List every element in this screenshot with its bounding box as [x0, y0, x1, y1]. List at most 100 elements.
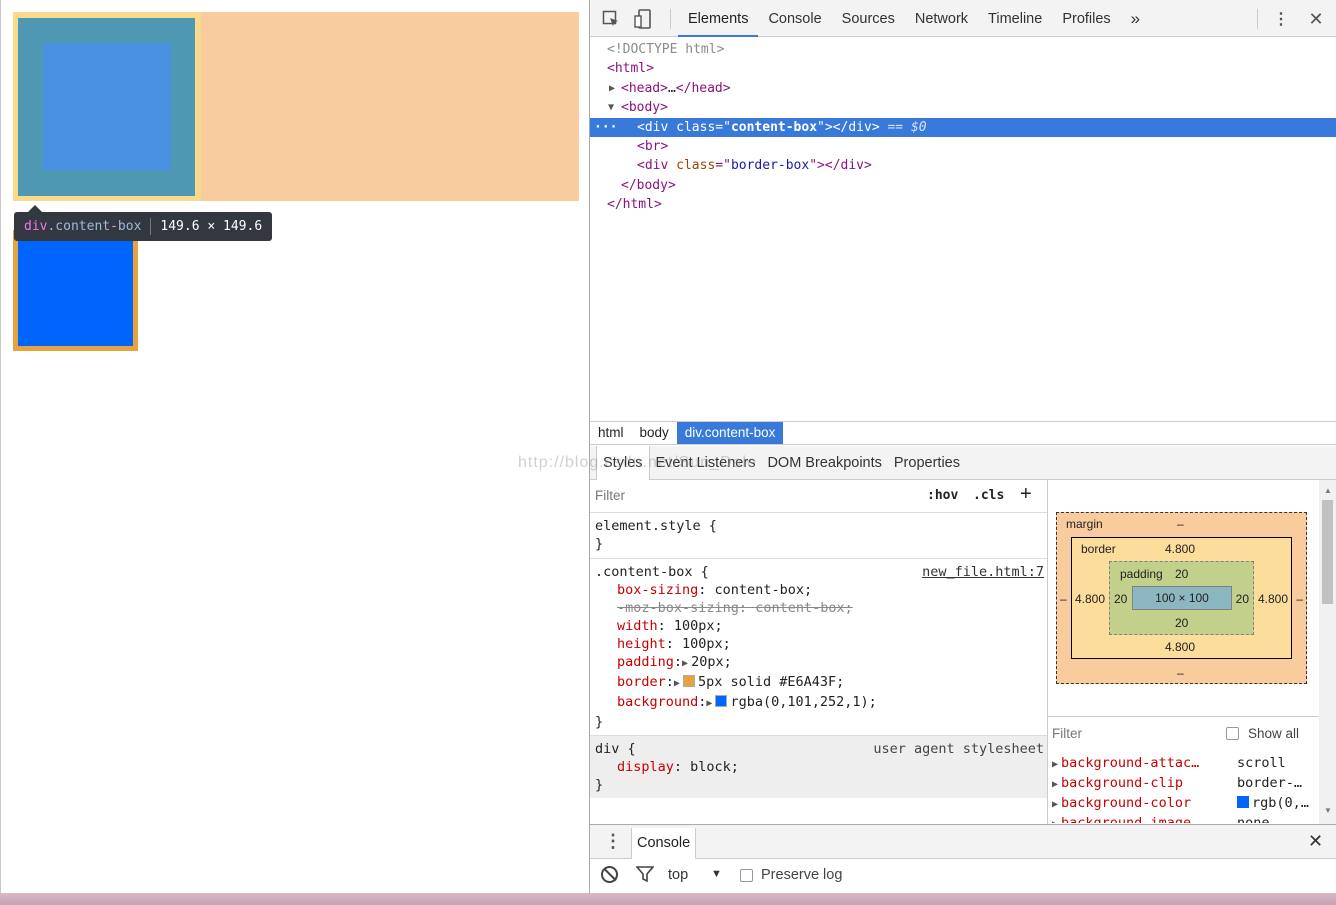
tree-html-close[interactable]: </html> [590, 195, 1336, 214]
tab-profiles[interactable]: Profiles [1052, 0, 1120, 37]
tab-network[interactable]: Network [905, 0, 978, 37]
close-drawer-icon[interactable]: ✕ [1308, 831, 1323, 852]
toolbar-divider [670, 9, 671, 29]
watermark: http://blog.csdn.net/Sun_Dale [518, 454, 757, 471]
device-mode-icon[interactable] [632, 8, 654, 30]
prop-height[interactable]: height: 100px; [595, 635, 1042, 653]
devtools-toolbar: Elements Console Sources Network Timelin… [590, 0, 1336, 37]
content-box-rule[interactable]: .content-box { new_file.html:7 box-sizin… [590, 559, 1047, 736]
tree-div-content-box[interactable]: ··· <div class="content-box"></div> == $0 [590, 117, 1336, 137]
new-style-rule-button[interactable]: + [1020, 483, 1032, 506]
scroll-up-icon[interactable]: ▲ [1324, 486, 1332, 495]
preserve-log-label: Preserve log [761, 867, 843, 883]
styles-filter-bar: Filter :hov .cls + [590, 480, 1047, 513]
tooltip-class: .content-box [47, 219, 142, 234]
expand-triangle-icon[interactable]: ▶ [609, 79, 615, 98]
computed-row[interactable]: ▶ background-attac… scroll [1048, 753, 1320, 773]
selected-marker: == $0 [887, 119, 927, 135]
hov-toggle[interactable]: :hov [927, 488, 958, 503]
expand-triangle-icon: ▶ [706, 698, 713, 709]
cls-toggle[interactable]: .cls [973, 488, 1004, 503]
preserve-log-checkbox[interactable] [740, 869, 753, 882]
tree-head[interactable]: ▶ <head>…</head> [590, 79, 1336, 98]
console-toolbar: top ▼ Preserve log [590, 859, 1336, 893]
sidebar-scrollbar[interactable]: ▲ ▼ [1319, 480, 1336, 824]
node-actions-dots[interactable]: ··· [594, 118, 617, 137]
ua-stylesheet-label: user agent stylesheet [873, 741, 1044, 757]
box-model-pane: margin – – – – border 4.800 4.800 4.800 … [1048, 480, 1336, 824]
rule-source-link[interactable]: new_file.html:7 [922, 563, 1044, 581]
tooltip-tag: div [24, 219, 48, 234]
close-devtools-icon[interactable]: ✕ [1305, 8, 1327, 30]
ua-div-rule[interactable]: div { user agent stylesheet display: blo… [590, 736, 1047, 798]
console-drawer: ⋮ Console ✕ top ▼ Preserve log [590, 824, 1336, 893]
menu-kebab-icon[interactable]: ⋮ [1270, 8, 1292, 30]
prop-display[interactable]: display: block; [595, 758, 1042, 776]
tab-sources[interactable]: Sources [832, 0, 905, 37]
computed-filter-input[interactable]: Filter [1052, 726, 1082, 741]
computed-row[interactable]: ▶background-imagenone [1048, 813, 1320, 823]
devtools-tabs: Elements Console Sources Network Timelin… [678, 0, 1150, 37]
tab-properties[interactable]: Properties [888, 446, 966, 480]
color-swatch-border[interactable] [682, 675, 695, 687]
more-tabs-button[interactable]: » [1121, 0, 1150, 37]
clear-console-icon[interactable] [601, 866, 618, 883]
styles-pane: Filter :hov .cls + element.style { } .co… [590, 480, 1048, 824]
computed-row[interactable]: ▶ background-clip border-… [1048, 773, 1320, 793]
expand-triangle-icon: ▶ [682, 658, 689, 669]
element-style-rule[interactable]: element.style { } [590, 513, 1047, 559]
show-all-checkbox[interactable] [1226, 727, 1239, 740]
scroll-down-icon[interactable]: ▼ [1324, 806, 1332, 815]
crumb-div-content-box[interactable]: div.content-box [676, 422, 784, 444]
tab-timeline[interactable]: Timeline [978, 0, 1052, 37]
tab-elements[interactable]: Elements [678, 0, 759, 37]
tab-dom-breakpoints[interactable]: DOM Breakpoints [761, 446, 887, 480]
scrollbar-thumb[interactable] [1322, 500, 1333, 604]
box-model-margin[interactable]: margin – – – – border 4.800 4.800 4.800 … [1056, 512, 1307, 684]
prop-padding[interactable]: padding:▶ 20px; [595, 653, 1042, 673]
chevron-down-icon[interactable]: ▼ [711, 868, 722, 880]
filter-icon[interactable] [635, 865, 655, 886]
show-all-label: Show all [1248, 726, 1300, 741]
prop-box-sizing[interactable]: box-sizing: content-box; [595, 581, 1042, 599]
tree-div-border-box[interactable]: <div class="border-box"></div> [590, 156, 1336, 175]
crumb-body[interactable]: body [632, 422, 677, 444]
element-tooltip: div .content-box 149.6 × 149.6 [14, 205, 273, 241]
drawer-menu-icon[interactable]: ⋮ [604, 831, 622, 852]
os-taskbar [0, 893, 1336, 905]
prop-width[interactable]: width: 100px; [595, 617, 1042, 635]
drawer-tab-console[interactable]: Console [631, 828, 697, 859]
page-viewport: div .content-box 149.6 × 149.6 [0, 0, 589, 893]
breadcrumb: html body div.content-box [590, 421, 1336, 445]
expand-triangle-icon: ▶ [673, 678, 680, 689]
tooltip-size: 149.6 × 149.6 [160, 219, 263, 234]
crumb-html[interactable]: html [590, 422, 632, 444]
tree-body-open[interactable]: ▼ <body> [590, 98, 1336, 117]
prop-moz-box-sizing[interactable]: -moz-box-sizing: content-box; [595, 599, 1042, 617]
tree-br[interactable]: <br> [590, 137, 1336, 156]
context-select[interactable]: top [668, 867, 688, 883]
box-model-border[interactable]: border 4.800 4.800 4.800 4.800 padding 2… [1071, 537, 1292, 659]
inspect-element-icon[interactable] [600, 8, 622, 30]
computed-styles: Filter Show all ▶ background-attac… scroll… [1048, 716, 1320, 824]
tree-html-open[interactable]: <html> [590, 59, 1336, 78]
color-swatch-background[interactable] [715, 695, 728, 707]
tooltip-separator [150, 218, 152, 235]
box-model-content[interactable]: 100 × 100 [1132, 586, 1232, 610]
tree-body-close[interactable]: </body> [590, 176, 1336, 195]
computed-list: ▶ background-attac… scroll ▶ background-cli… [1048, 753, 1320, 823]
styles-filter-input[interactable]: Filter [595, 488, 625, 503]
collapse-triangle-icon[interactable]: ▼ [608, 98, 614, 117]
tab-console[interactable]: Console [758, 0, 831, 37]
drawer-header: ⋮ Console ✕ [590, 825, 1336, 859]
prop-background[interactable]: background:▶ rgba(0,101,252,1); [595, 693, 1042, 713]
border-box-element [13, 230, 138, 351]
tree-doctype[interactable]: <!DOCTYPE html> [590, 40, 1336, 59]
computed-row[interactable]: ▶ background-color rgb(0,… [1048, 793, 1320, 813]
devtools-panel: Elements Console Sources Network Timelin… [518, 0, 1336, 893]
box-model-padding[interactable]: padding 20 20 20 20 100 × 100 [1109, 561, 1254, 635]
prop-border[interactable]: border:▶ 5px solid #E6A43F; [595, 673, 1042, 693]
elements-tree: <!DOCTYPE html> <html> ▶ <head>…</head> ▼… [590, 38, 1336, 420]
color-swatch-computed [1237, 796, 1249, 808]
toolbar-divider-right [1257, 9, 1258, 29]
